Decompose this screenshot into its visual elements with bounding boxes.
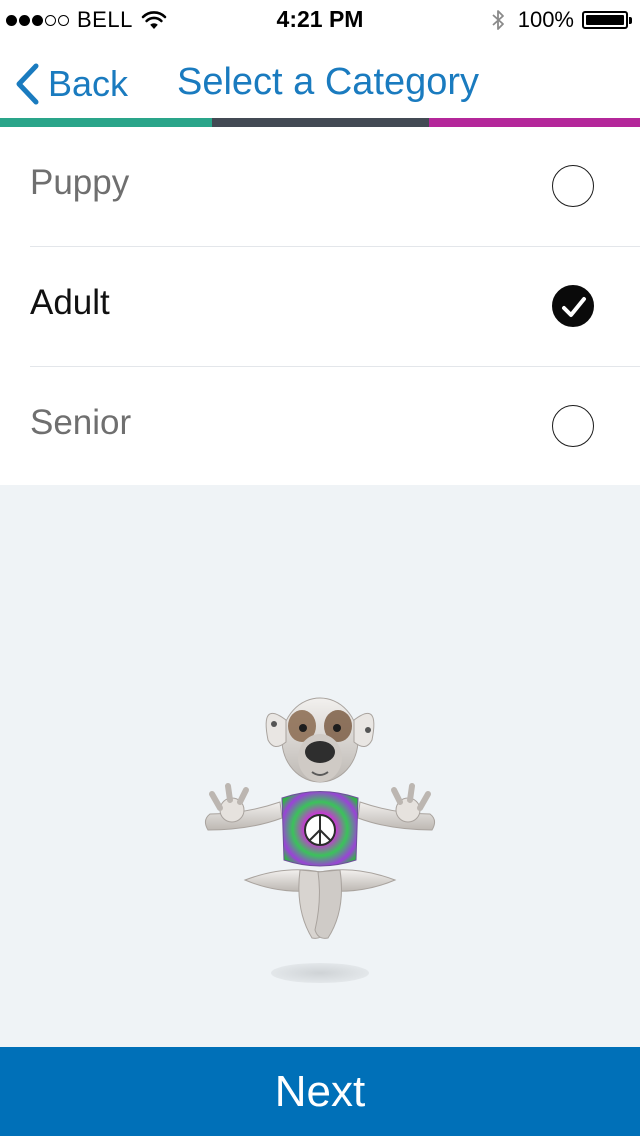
battery-tip bbox=[629, 17, 632, 24]
status-bar: BELL 4:21 PM 100% bbox=[0, 0, 640, 40]
option-label: Adult bbox=[30, 283, 110, 322]
stripe-segment-slate bbox=[212, 118, 429, 127]
checkmark-icon bbox=[562, 297, 586, 317]
battery-icon bbox=[582, 11, 632, 29]
radio-checked-icon[interactable] bbox=[552, 285, 594, 327]
screen: BELL 4:21 PM 100% Back Select a Category… bbox=[0, 0, 640, 1136]
battery-percent: 100% bbox=[517, 7, 574, 32]
battery-fill bbox=[586, 15, 624, 25]
illustration-area bbox=[0, 485, 640, 1047]
meditating-dog-illustration bbox=[204, 697, 436, 983]
option-label: Senior bbox=[30, 403, 132, 442]
next-button[interactable]: Next bbox=[0, 1047, 640, 1136]
color-stripe bbox=[0, 118, 640, 127]
back-button[interactable]: Back bbox=[14, 62, 128, 106]
radio-unchecked-icon[interactable] bbox=[552, 165, 594, 207]
category-options-list: Puppy Adult Senior bbox=[0, 127, 640, 487]
option-row-senior[interactable]: Senior bbox=[0, 367, 640, 487]
option-label: Puppy bbox=[30, 163, 130, 202]
stripe-segment-magenta bbox=[429, 118, 640, 127]
radio-unchecked-icon[interactable] bbox=[552, 405, 594, 447]
back-label: Back bbox=[48, 63, 129, 104]
bluetooth-icon bbox=[492, 10, 504, 30]
option-row-puppy[interactable]: Puppy bbox=[0, 127, 640, 247]
status-right: 100% bbox=[490, 7, 632, 33]
page-title: Select a Category bbox=[177, 61, 480, 103]
stripe-segment-teal bbox=[0, 118, 212, 127]
navigation-bar: Back Select a Category bbox=[0, 40, 640, 118]
chevron-left-icon bbox=[16, 63, 39, 105]
option-row-adult[interactable]: Adult bbox=[0, 247, 640, 367]
